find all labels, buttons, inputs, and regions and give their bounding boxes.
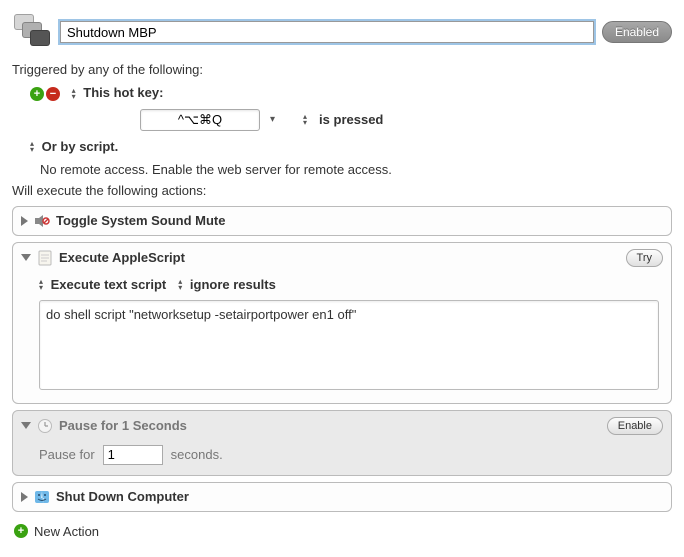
script-trigger-label: Or by script.: [42, 139, 119, 154]
action-title: Pause for 1 Seconds: [59, 418, 187, 433]
action-pause: Pause for 1 Seconds Enable Pause for sec…: [12, 410, 672, 476]
enabled-toggle-button[interactable]: Enabled: [602, 21, 672, 43]
action-toggle-mute: Toggle System Sound Mute: [12, 206, 672, 236]
action-title: Toggle System Sound Mute: [56, 213, 226, 228]
action-title: Execute AppleScript: [59, 250, 185, 265]
macro-icon: [12, 12, 52, 52]
results-mode-label: ignore results: [190, 277, 276, 292]
trigger-row: + − This hot key: ▾ is pressed: [12, 85, 672, 131]
script-trigger-row: Or by script.: [12, 139, 672, 154]
try-button[interactable]: Try: [626, 249, 663, 267]
pause-prefix-label: Pause for: [39, 447, 95, 462]
action-title: Shut Down Computer: [56, 489, 189, 504]
new-action-label: New Action: [34, 524, 99, 539]
press-mode-stepper[interactable]: [303, 114, 307, 126]
actions-section-label: Will execute the following actions:: [12, 183, 672, 198]
disclosure-toggle[interactable]: [21, 422, 31, 429]
pause-seconds-input[interactable]: [103, 445, 163, 465]
applescript-textarea[interactable]: [39, 300, 659, 390]
action-applescript: Execute AppleScript Try Execute text scr…: [12, 242, 672, 404]
disclosure-toggle[interactable]: [21, 216, 28, 226]
press-mode-label: is pressed: [319, 112, 383, 127]
remove-trigger-button[interactable]: −: [46, 87, 60, 101]
script-trigger-stepper[interactable]: [30, 141, 34, 153]
add-icon: +: [14, 524, 28, 538]
applescript-icon: [37, 250, 53, 266]
trigger-type-label: This hot key:: [83, 85, 163, 100]
header-row: Enabled: [12, 12, 672, 52]
trigger-type-stepper[interactable]: [72, 88, 76, 100]
script-mode-stepper[interactable]: [39, 279, 43, 291]
triggers-section-label: Triggered by any of the following:: [12, 62, 672, 77]
script-mode-label: Execute text script: [51, 277, 167, 292]
action-shutdown: Shut Down Computer: [12, 482, 672, 512]
disclosure-toggle[interactable]: [21, 492, 28, 502]
finder-icon: [34, 489, 50, 505]
clock-icon: [37, 418, 53, 434]
results-mode-stepper[interactable]: [178, 279, 182, 291]
new-action-button[interactable]: + New Action: [12, 518, 672, 545]
enable-button[interactable]: Enable: [607, 417, 663, 435]
pause-suffix-label: seconds.: [171, 447, 223, 462]
hotkey-input[interactable]: [140, 109, 260, 131]
hotkey-options-popup[interactable]: ▾: [270, 114, 275, 125]
remote-access-note: No remote access. Enable the web server …: [40, 162, 672, 177]
speaker-mute-icon: [34, 213, 50, 229]
macro-name-input[interactable]: [60, 21, 594, 43]
add-trigger-button[interactable]: +: [30, 87, 44, 101]
disclosure-toggle[interactable]: [21, 254, 31, 261]
